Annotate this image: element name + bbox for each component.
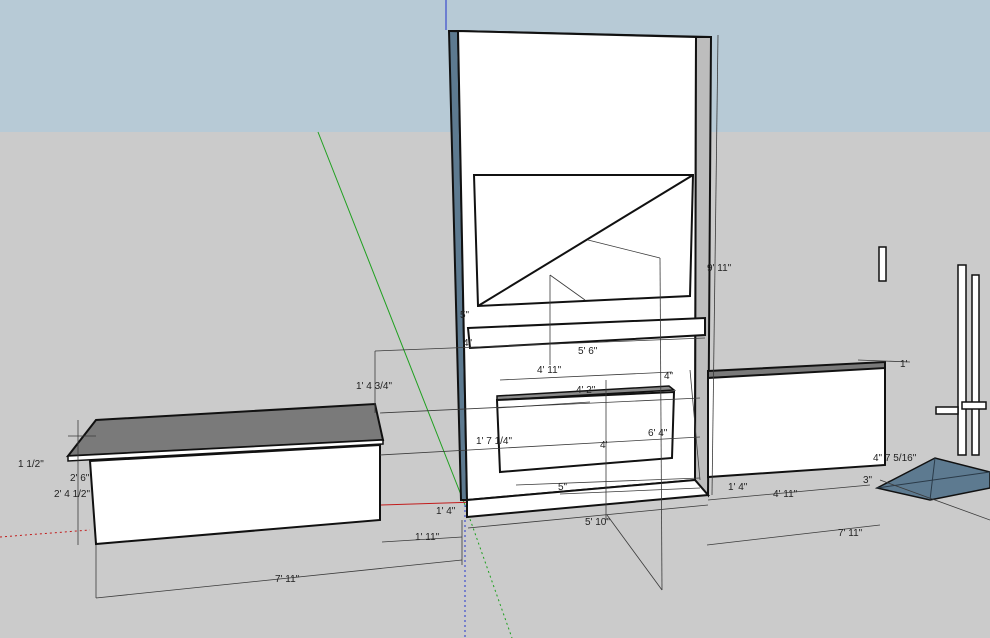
dim-center-height: 4' xyxy=(600,440,608,451)
dim-right-small: 1' 4" xyxy=(728,482,748,493)
dim-drawer-width: 4' 2" xyxy=(576,385,596,396)
sketchup-viewport[interactable]: 9' 11" 5' 6" 4' 11" 5" 4" 4' 2" 4" 1' 7 … xyxy=(0,0,990,638)
dim-left-gap: 1' 11" xyxy=(415,532,440,543)
left-bench[interactable] xyxy=(65,402,385,546)
3d-model-scene[interactable]: 9' 11" 5' 6" 4' 11" 5" 4" 4' 2" 4" 1' 7 … xyxy=(0,0,990,638)
stand-pole-2 xyxy=(971,274,980,456)
dim-left-top: 1' 4 3/4" xyxy=(356,381,392,392)
dim-right-total: 7' 11" xyxy=(838,528,863,539)
stand-bar-2 xyxy=(961,401,987,410)
dim-left-height: 2' 6" xyxy=(70,473,90,484)
dim-left-body: 2' 4 1/2" xyxy=(54,489,90,500)
dim-shelf-thickness: 5" xyxy=(460,310,470,321)
dim-shelf-small: 4" xyxy=(463,338,473,349)
dim-right-base: 3" xyxy=(863,475,873,486)
dim-shelf-gap: 4' 11" xyxy=(537,365,562,376)
dim-wall-base: 1' 4" xyxy=(436,506,456,517)
stand-bar-1 xyxy=(935,406,959,415)
dim-right-offset: 4" 7 5/16" xyxy=(873,453,917,464)
dim-right-width: 4' 11" xyxy=(773,489,798,500)
dim-left-thick: 1 1/2" xyxy=(18,459,44,470)
dim-wall-height: 9' 11" xyxy=(707,263,732,274)
dim-drawer-top: 4" xyxy=(664,371,674,382)
dim-left-width: 7' 11" xyxy=(275,574,300,585)
right-cabinet-front xyxy=(707,366,886,479)
right-cabinet[interactable] xyxy=(707,360,886,479)
small-post xyxy=(878,246,887,282)
dim-drawer-height: 1' 7 1/4" xyxy=(476,436,512,447)
stand-pole-1 xyxy=(957,264,967,456)
dim-wall-base-width: 5' 10" xyxy=(585,517,610,528)
dim-right-depth: 1' xyxy=(900,359,908,370)
dim-total-height: 6' 4" xyxy=(648,428,668,439)
dim-drawer-bottom: 5" xyxy=(558,482,568,493)
dim-shelf-width: 5' 6" xyxy=(578,346,598,357)
